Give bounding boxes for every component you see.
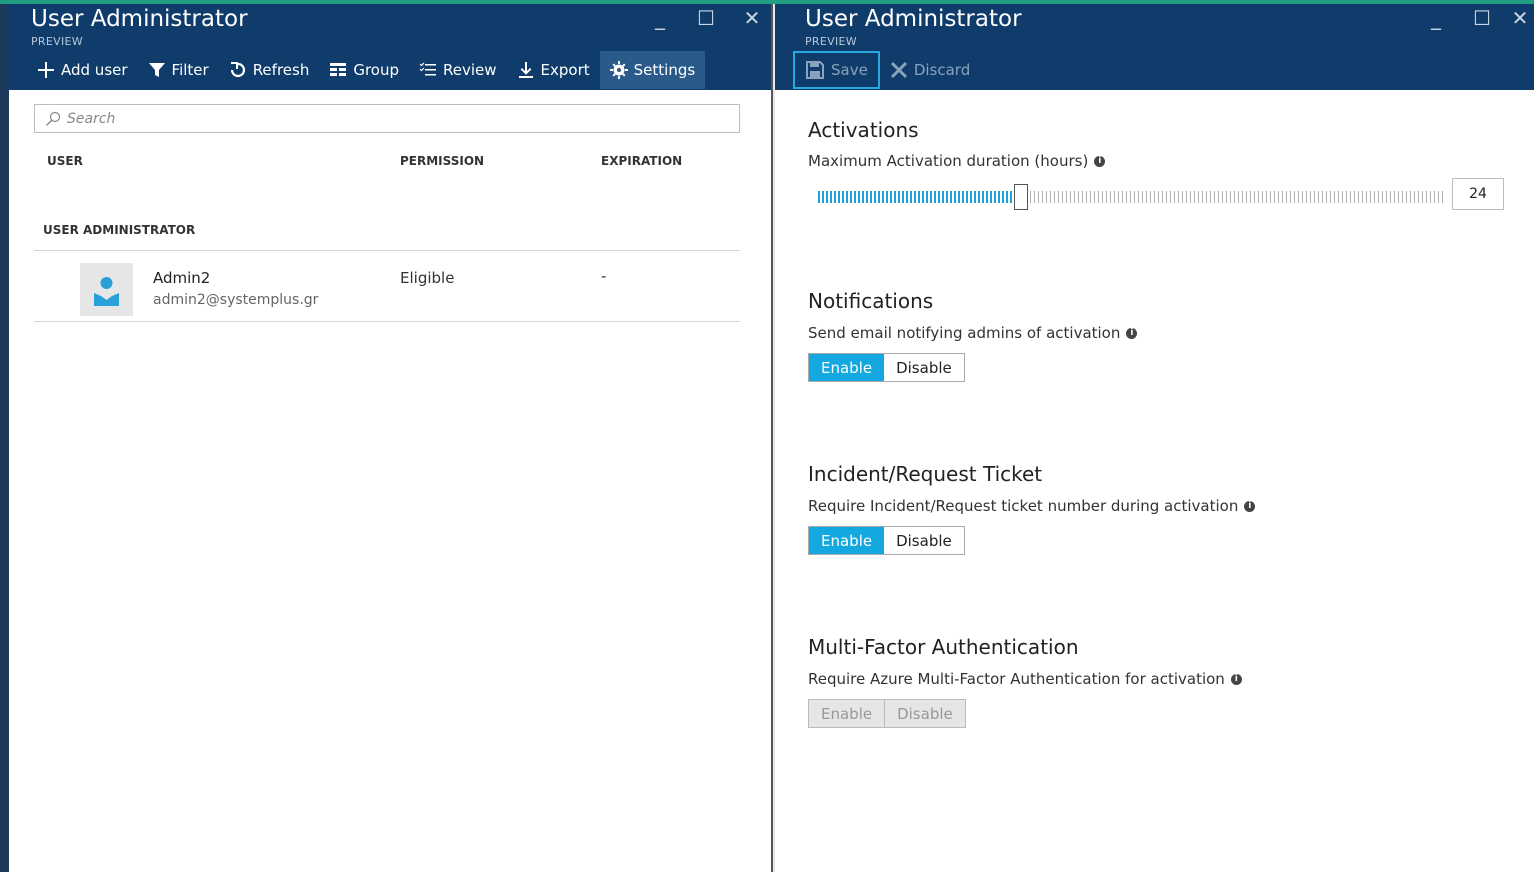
close-icon[interactable]: ✕ bbox=[1505, 6, 1534, 30]
save-label: Save bbox=[831, 61, 868, 79]
blade-title: User Administrator bbox=[31, 6, 248, 32]
blade-subtitle: PREVIEW bbox=[805, 35, 857, 48]
add-icon bbox=[38, 62, 54, 78]
mfa-enable-button[interactable]: Enable bbox=[809, 700, 885, 727]
ticket-desc: Require Incident/Request ticket number d… bbox=[808, 497, 1256, 515]
notifications-enable-button[interactable]: Enable bbox=[809, 354, 885, 381]
export-button[interactable]: Export bbox=[507, 51, 600, 89]
settings-blade-header: User Administrator PREVIEW _ ☐ ✕ Save Di… bbox=[775, 4, 1534, 90]
notifications-desc-text: Send email notifying admins of activatio… bbox=[808, 324, 1121, 342]
ticket-title: Incident/Request Ticket bbox=[808, 462, 1043, 486]
maximize-icon[interactable]: ☐ bbox=[1459, 6, 1505, 30]
group-icon bbox=[330, 63, 347, 76]
mfa-toggle: Enable Disable bbox=[808, 699, 966, 728]
refresh-icon bbox=[230, 62, 245, 78]
review-label: Review bbox=[443, 61, 497, 79]
info-icon[interactable]: i bbox=[1244, 500, 1256, 512]
export-label: Export bbox=[540, 61, 590, 79]
activations-desc: Maximum Activation duration (hours) i bbox=[808, 152, 1106, 170]
search-icon bbox=[46, 111, 61, 126]
info-icon[interactable]: i bbox=[1094, 155, 1106, 167]
user-email: admin2@systemplus.gr bbox=[153, 292, 319, 308]
blade-title: User Administrator bbox=[805, 6, 1022, 32]
notifications-toggle: Enable Disable bbox=[808, 353, 965, 382]
filter-label: Filter bbox=[171, 61, 209, 79]
save-icon bbox=[806, 61, 824, 79]
activations-title: Activations bbox=[808, 118, 919, 142]
settings-button[interactable]: Settings bbox=[599, 51, 706, 89]
window-controls: _ ☐ ✕ bbox=[637, 6, 775, 30]
activation-duration-value[interactable]: 24 bbox=[1452, 178, 1504, 210]
group-label: Group bbox=[353, 61, 400, 79]
refresh-label: Refresh bbox=[252, 61, 310, 79]
user-avatar-icon bbox=[80, 263, 133, 316]
notifications-desc: Send email notifying admins of activatio… bbox=[808, 324, 1138, 342]
users-blade-header: User Administrator PREVIEW _ ☐ ✕ Add use… bbox=[9, 4, 771, 90]
notifications-title: Notifications bbox=[808, 289, 934, 313]
close-icon[interactable]: ✕ bbox=[729, 6, 775, 30]
minimize-icon[interactable]: _ bbox=[1413, 6, 1459, 30]
discard-label: Discard bbox=[913, 61, 971, 79]
mfa-disable-button[interactable]: Disable bbox=[884, 700, 965, 727]
user-expiration: - bbox=[601, 267, 607, 285]
users-toolbar: Add user Filter Refresh Group Review Exp… bbox=[27, 51, 706, 89]
info-icon[interactable]: i bbox=[1230, 673, 1242, 685]
user-permission: Eligible bbox=[400, 269, 455, 287]
window-controls: _ ☐ ✕ bbox=[1413, 6, 1534, 30]
table-row[interactable]: Admin2 admin2@systemplus.gr Eligible - bbox=[34, 252, 740, 322]
slider-thumb[interactable] bbox=[1014, 184, 1028, 210]
group-button[interactable]: Group bbox=[319, 51, 409, 89]
add-user-button[interactable]: Add user bbox=[27, 51, 138, 89]
notifications-disable-button[interactable]: Disable bbox=[884, 354, 964, 381]
ticket-desc-text: Require Incident/Request ticket number d… bbox=[808, 497, 1239, 515]
minimize-icon[interactable]: _ bbox=[637, 6, 683, 30]
group-label: USER ADMINISTRATOR bbox=[43, 223, 196, 237]
search-input[interactable]: Search bbox=[34, 104, 740, 133]
divider bbox=[34, 250, 740, 251]
add-user-label: Add user bbox=[61, 61, 128, 79]
user-name: Admin2 bbox=[153, 269, 211, 287]
ticket-toggle: Enable Disable bbox=[808, 526, 965, 555]
column-header-permission[interactable]: PERMISSION bbox=[400, 154, 484, 168]
settings-gear-icon bbox=[609, 61, 628, 79]
maximize-icon[interactable]: ☐ bbox=[683, 6, 729, 30]
review-icon bbox=[419, 62, 437, 76]
slider-empty-track bbox=[1030, 191, 1444, 203]
users-blade: User Administrator PREVIEW _ ☐ ✕ Add use… bbox=[9, 4, 771, 872]
review-button[interactable]: Review bbox=[409, 51, 507, 89]
refresh-button[interactable]: Refresh bbox=[219, 51, 320, 89]
activation-duration-slider[interactable] bbox=[818, 184, 1444, 214]
settings-blade: User Administrator PREVIEW _ ☐ ✕ Save Di… bbox=[775, 4, 1534, 872]
divider bbox=[34, 321, 740, 322]
mfa-desc-text: Require Azure Multi-Factor Authenticatio… bbox=[808, 670, 1225, 688]
settings-label: Settings bbox=[633, 61, 696, 79]
mfa-title: Multi-Factor Authentication bbox=[808, 635, 1079, 659]
export-icon bbox=[518, 62, 533, 78]
ticket-enable-button[interactable]: Enable bbox=[809, 527, 885, 554]
activations-desc-text: Maximum Activation duration (hours) bbox=[808, 152, 1089, 170]
discard-icon bbox=[890, 61, 907, 79]
discard-button[interactable]: Discard bbox=[880, 51, 980, 89]
filter-button[interactable]: Filter bbox=[138, 51, 219, 89]
slider-filled-track bbox=[818, 191, 1014, 203]
ticket-disable-button[interactable]: Disable bbox=[884, 527, 964, 554]
search-placeholder: Search bbox=[67, 110, 116, 127]
save-button[interactable]: Save bbox=[793, 51, 880, 89]
info-icon[interactable]: i bbox=[1126, 327, 1138, 339]
column-header-expiration[interactable]: EXPIRATION bbox=[601, 154, 682, 168]
filter-icon bbox=[148, 63, 165, 77]
settings-toolbar: Save Discard bbox=[793, 51, 980, 89]
blade-subtitle: PREVIEW bbox=[31, 35, 83, 48]
mfa-desc: Require Azure Multi-Factor Authenticatio… bbox=[808, 670, 1242, 688]
column-header-user[interactable]: USER bbox=[47, 154, 83, 168]
